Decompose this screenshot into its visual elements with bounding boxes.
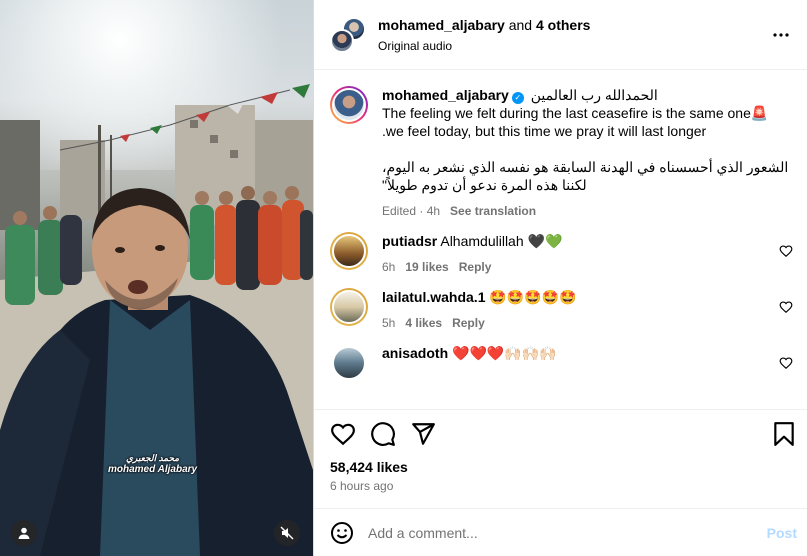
comment-icon[interactable] — [370, 421, 396, 447]
post-viewer: محمد الجعبري mohamed Aljabary mohamed_al… — [0, 0, 807, 556]
watermark-arabic: محمد الجعبري — [125, 453, 180, 463]
post-actions — [314, 410, 807, 458]
collab-avatars[interactable] — [330, 16, 366, 53]
comment-avatar[interactable] — [330, 288, 368, 326]
comment-username[interactable]: lailatul.wahda.1 — [382, 289, 485, 305]
heart-icon[interactable] — [779, 244, 793, 258]
muted-speaker-icon — [280, 526, 294, 540]
verified-badge-icon: ✓ — [511, 92, 524, 104]
like-count[interactable]: 58,424 likes — [314, 458, 807, 476]
header-others-link[interactable]: 4 others — [536, 17, 590, 33]
reply-button[interactable]: Reply — [459, 260, 492, 274]
comment-item: lailatul.wahda.1 🤩🤩🤩🤩🤩 5h 4 likes Reply — [330, 288, 793, 332]
heart-icon[interactable] — [330, 421, 356, 447]
comment-likes[interactable]: 4 likes — [405, 316, 442, 330]
comment-composer: Post — [314, 508, 807, 556]
comment-likes[interactable]: 19 likes — [405, 260, 448, 274]
header-and: and — [504, 16, 536, 33]
post-header: mohamed_aljabary and 4 others Original a… — [314, 0, 807, 70]
avatar — [330, 28, 354, 53]
caption-avatar[interactable] — [330, 86, 368, 124]
caption-edited: Edited · 4h — [382, 204, 441, 218]
caption-arabic-title: الحمدالله رب العالمين — [530, 87, 658, 103]
tagged-users-button[interactable] — [11, 520, 37, 546]
post-caption: mohamed_aljabary ✓ الحمدالله رب العالمين … — [330, 86, 793, 220]
emoji-icon[interactable] — [330, 521, 354, 545]
caption-line: The feeling we felt during the last ceas… — [382, 105, 769, 121]
header-username[interactable]: mohamed_aljabary — [378, 17, 505, 33]
video-watermark: محمد الجعبري mohamed Aljabary — [108, 452, 197, 476]
comment-input[interactable] — [368, 524, 767, 541]
caption-arabic-line: الشعور الذي أحسسناه في الهدنة السابقة هو… — [382, 159, 789, 175]
post-details-panel: mohamed_aljabary and 4 others Original a… — [313, 0, 807, 556]
comment-time: 5h — [382, 316, 396, 330]
more-options-button[interactable] — [769, 23, 793, 47]
comments-scroll[interactable]: mohamed_aljabary ✓ الحمدالله رب العالمين … — [314, 70, 807, 410]
user-tag-icon — [18, 527, 30, 539]
post-timestamp[interactable]: 6 hours ago — [314, 476, 807, 494]
caption-line: .we feel today, but this time we pray it… — [382, 123, 707, 139]
caption-arabic-line: لكننا هذه المرة ندعو أن تدوم طويلاً" — [382, 177, 587, 193]
comment-username[interactable]: putiadsr — [382, 233, 437, 249]
comment-text: 🤩🤩🤩🤩🤩 — [489, 289, 577, 305]
bookmark-icon[interactable] — [771, 421, 797, 447]
heart-icon[interactable] — [779, 356, 793, 370]
comment-text: ❤️❤️❤️🙌🏻🙌🏻🙌🏻 — [452, 345, 557, 361]
watermark-english: mohamed Aljabary — [108, 464, 198, 475]
comment-time: 6h — [382, 260, 396, 274]
see-translation-link[interactable]: See translation — [450, 204, 536, 218]
heart-icon[interactable] — [779, 300, 793, 314]
caption-username[interactable]: mohamed_aljabary — [382, 87, 509, 103]
reply-button[interactable]: Reply — [452, 316, 485, 330]
comment-username[interactable]: anisadoth — [382, 345, 448, 361]
comment-item: putiadsr Alhamdulillah 🖤💚 6h 19 likes Repl… — [330, 232, 793, 276]
comment-item: anisadoth ❤️❤️❤️🙌🏻🙌🏻🙌🏻 — [330, 344, 793, 382]
post-comment-button[interactable]: Post — [767, 525, 797, 541]
audio-link[interactable]: Original audio — [378, 38, 769, 54]
mute-toggle-button[interactable] — [274, 520, 300, 546]
more-options-icon — [773, 32, 789, 37]
post-video[interactable]: محمد الجعبري mohamed Aljabary — [0, 0, 313, 556]
comment-avatar[interactable] — [330, 344, 368, 382]
share-icon[interactable] — [410, 421, 436, 447]
comment-text: Alhamdulillah 🖤💚 — [440, 233, 563, 249]
comment-avatar[interactable] — [330, 232, 368, 270]
